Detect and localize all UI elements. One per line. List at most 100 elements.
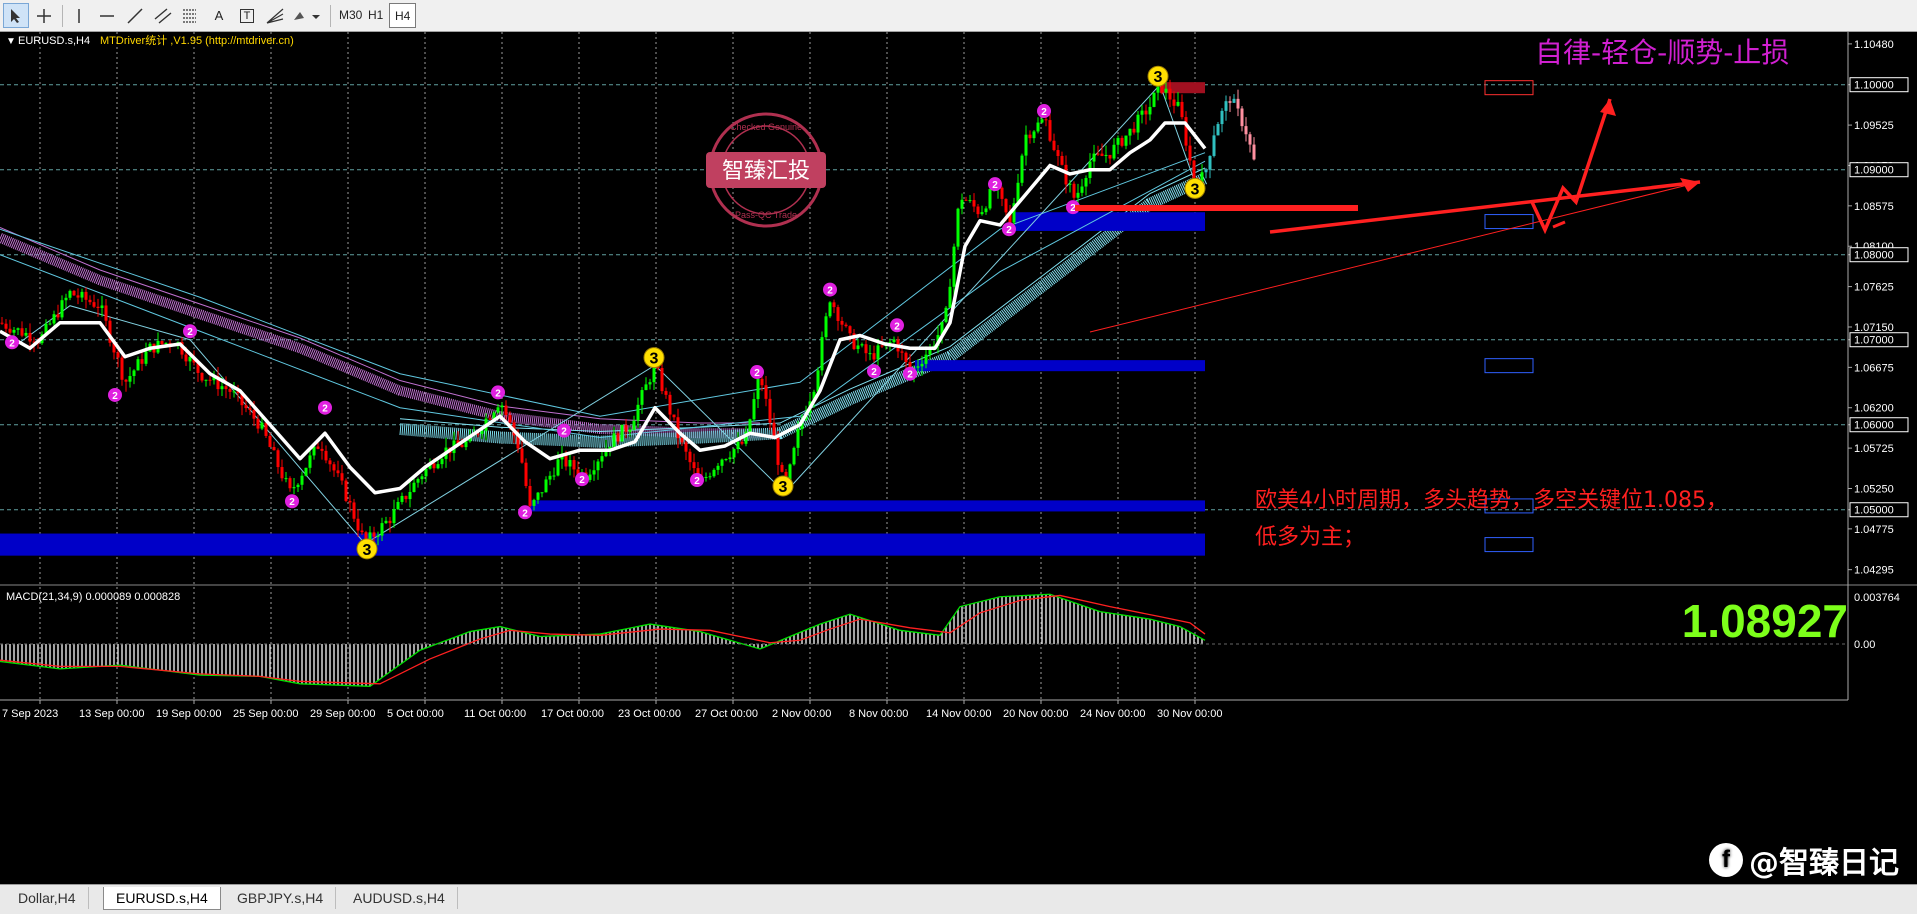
candle-body bbox=[292, 487, 296, 489]
candle-body bbox=[960, 199, 964, 209]
tab-audusd-h4[interactable]: AUDUSD.s,H4 bbox=[341, 887, 458, 909]
text-icon[interactable]: A bbox=[206, 3, 232, 28]
tab-dollar-h4[interactable]: Dollar,H4 bbox=[6, 887, 89, 909]
wave-marker-label: 2 bbox=[754, 368, 760, 379]
candle-body bbox=[144, 351, 148, 364]
candle-body bbox=[224, 386, 228, 390]
wave-marker-label: 2 bbox=[992, 180, 998, 191]
candle-body bbox=[944, 307, 948, 322]
toolbar: A T M30 H1 H4 bbox=[0, 0, 1917, 32]
candle-body bbox=[620, 424, 624, 442]
candle-body bbox=[856, 345, 860, 349]
x-tick-label: 13 Sep 00:00 bbox=[79, 708, 144, 720]
x-tick-label: 24 Nov 00:00 bbox=[1080, 708, 1145, 720]
candle-body bbox=[1188, 145, 1192, 161]
wave-marker-label: 3 bbox=[650, 351, 659, 368]
candle-body bbox=[568, 460, 572, 467]
candle-body bbox=[1204, 169, 1208, 173]
candle-body bbox=[1024, 134, 1028, 156]
tab-eurusd-h4[interactable]: EURUSD.s,H4 bbox=[103, 887, 221, 910]
crosshair-icon[interactable] bbox=[31, 3, 57, 28]
candle-body bbox=[572, 460, 576, 470]
wave-marker-label: 3 bbox=[1154, 69, 1163, 86]
candle-body bbox=[720, 459, 724, 466]
candle-body bbox=[48, 323, 52, 325]
price-zone bbox=[915, 360, 1205, 372]
candle-body bbox=[1136, 114, 1140, 133]
trendline-icon[interactable] bbox=[122, 3, 148, 28]
candle-body bbox=[356, 518, 360, 531]
candle-body bbox=[1028, 134, 1032, 139]
candle-body bbox=[1180, 101, 1184, 118]
candle-body bbox=[780, 464, 784, 472]
candle-body bbox=[300, 475, 304, 485]
y-tick-label: 1.04775 bbox=[1854, 524, 1894, 536]
candle-body bbox=[1224, 101, 1228, 111]
candle-body bbox=[72, 290, 76, 296]
candle-body bbox=[828, 302, 832, 317]
candle-body bbox=[1208, 155, 1212, 170]
candle-body bbox=[792, 447, 796, 465]
price-marker-label: 1.09000 bbox=[1854, 165, 1894, 177]
candle-body bbox=[316, 446, 320, 449]
candle-body bbox=[420, 476, 424, 480]
candle-body bbox=[440, 458, 444, 465]
vertical-line-icon[interactable] bbox=[66, 3, 92, 28]
candle-body bbox=[388, 520, 392, 524]
candle-body bbox=[1020, 155, 1024, 183]
candle-body bbox=[972, 200, 976, 207]
candle-body bbox=[284, 478, 288, 480]
candle-body bbox=[672, 414, 676, 418]
candle-body bbox=[336, 470, 340, 474]
price-marker-label: 1.08000 bbox=[1854, 250, 1894, 262]
timeframe-h4[interactable]: H4 bbox=[389, 3, 417, 28]
y-tick-label: 1.04295 bbox=[1854, 565, 1894, 577]
wave-marker-label: 2 bbox=[522, 508, 528, 519]
candle-body bbox=[436, 464, 440, 469]
watermark: f @智臻日记 bbox=[1709, 838, 1899, 882]
y-tick-label: 1.08575 bbox=[1854, 201, 1894, 213]
watermark-text: @智臻日记 bbox=[1749, 846, 1899, 881]
candle-body bbox=[1036, 122, 1040, 132]
candle-body bbox=[80, 291, 84, 298]
cursor-arrow-icon[interactable] bbox=[3, 3, 29, 28]
y-tick-label: 1.06200 bbox=[1854, 403, 1894, 415]
candle-body bbox=[612, 433, 616, 447]
fibonacci-icon[interactable] bbox=[178, 3, 204, 28]
shapes-dropdown-icon[interactable] bbox=[290, 3, 324, 28]
price-chart[interactable]: 222223222232232222222233 1.104801.100001… bbox=[0, 32, 1917, 884]
candle-body bbox=[924, 354, 928, 364]
tab-gbpjpy-h4[interactable]: GBPJPY.s,H4 bbox=[225, 887, 337, 909]
candle-body bbox=[488, 418, 492, 420]
candle-body bbox=[628, 429, 632, 432]
candle-body bbox=[688, 451, 692, 463]
candle-body bbox=[1152, 92, 1156, 107]
current-price-display: 1.08927 bbox=[1682, 595, 1848, 647]
candle-body bbox=[616, 433, 620, 442]
candle-body bbox=[344, 480, 348, 501]
candle-body bbox=[60, 300, 64, 318]
candle-body bbox=[1124, 135, 1128, 146]
wave-marker-label: 2 bbox=[9, 338, 15, 349]
fibo-fan-icon[interactable] bbox=[262, 3, 288, 28]
candle-body bbox=[684, 442, 688, 452]
candle-body bbox=[1236, 98, 1240, 109]
text-label-icon[interactable]: T bbox=[234, 3, 260, 28]
candle-body bbox=[552, 475, 556, 477]
timeframe-h1[interactable]: H1 bbox=[363, 3, 388, 28]
equidistant-channel-icon[interactable] bbox=[150, 3, 176, 28]
chart-symbol-label: EURUSD.s,H4 bbox=[18, 35, 90, 47]
candle-body bbox=[16, 328, 20, 330]
price-marker-label: 1.06000 bbox=[1854, 420, 1894, 432]
candle-body bbox=[1244, 126, 1248, 135]
candle-body bbox=[352, 502, 356, 519]
candle-body bbox=[988, 188, 992, 209]
candle-body bbox=[984, 208, 988, 213]
candle-body bbox=[592, 470, 596, 475]
horizontal-line-icon[interactable] bbox=[94, 3, 120, 28]
candle-body bbox=[140, 359, 144, 364]
candle-body bbox=[724, 459, 728, 461]
candle-body bbox=[504, 405, 508, 416]
candle-body bbox=[916, 366, 920, 368]
candle-body bbox=[772, 422, 776, 438]
